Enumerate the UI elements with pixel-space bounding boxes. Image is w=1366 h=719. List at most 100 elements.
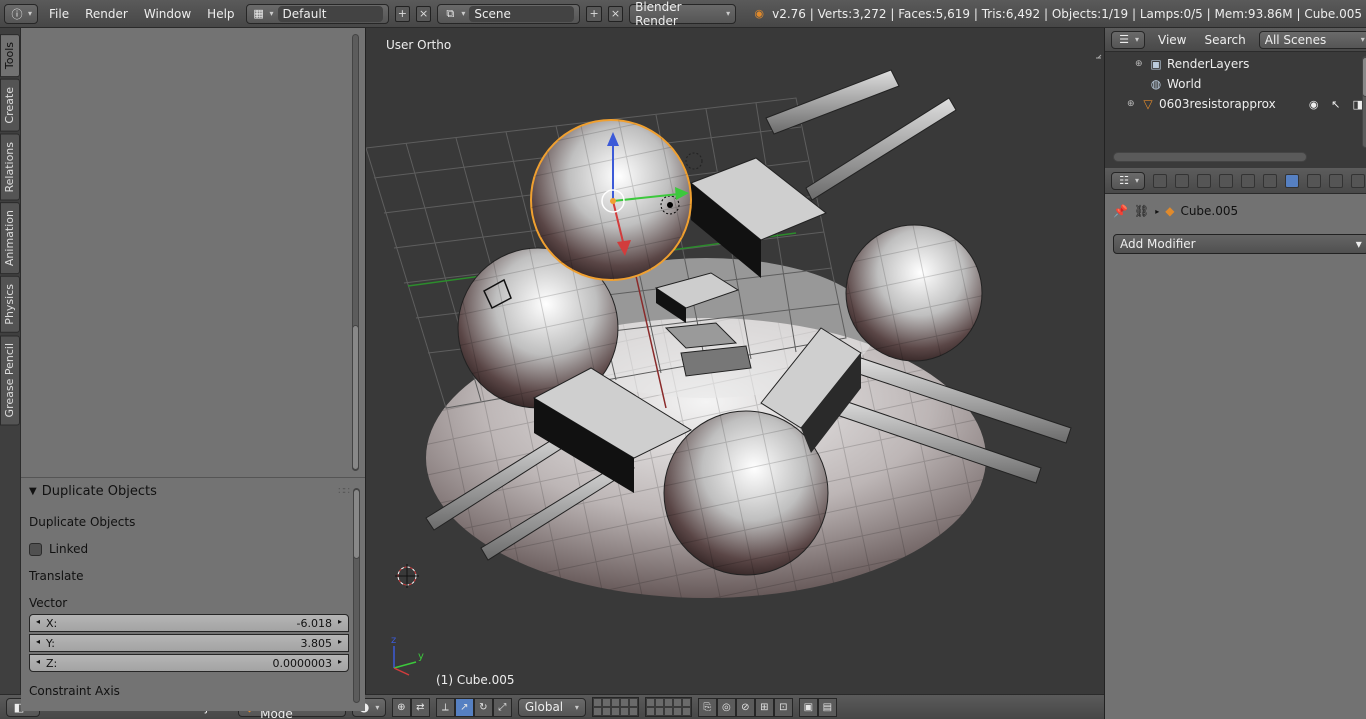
data-tab-icon[interactable] (1307, 173, 1322, 188)
file-menu[interactable]: File (44, 7, 74, 21)
3d-cursor-icon[interactable] (395, 564, 419, 588)
scrollbar-thumb[interactable] (1361, 57, 1366, 97)
help-menu[interactable]: Help (202, 7, 239, 21)
modifiers-tab-icon[interactable] (1285, 173, 1300, 188)
layer-button[interactable] (654, 698, 664, 707)
layer-button[interactable] (628, 698, 638, 707)
delete-scene-icon[interactable]: × (607, 5, 624, 22)
proportional-edit-icon[interactable]: ◎ (716, 697, 736, 717)
tab-create[interactable]: Create (0, 79, 20, 132)
tab-relations[interactable]: Relations (0, 133, 20, 201)
visibility-eye-icon[interactable]: ◉ (1305, 98, 1323, 111)
constraints-tab-icon[interactable] (1263, 173, 1278, 188)
layer-button[interactable] (592, 707, 602, 716)
layer-button[interactable] (645, 698, 655, 707)
editor-type-selector[interactable]: ⓘ ▾ (4, 3, 39, 24)
layer-button[interactable] (619, 698, 629, 707)
outliner-row[interactable]: ⊕ ▽ 0603resistorapprox ◉ ↖ ◨ (1105, 94, 1366, 114)
manipulator-toggle-icon[interactable]: ⇄ (410, 697, 430, 717)
screen-layout-selector[interactable]: ▦ ▾ Default (245, 3, 389, 24)
layer-grid-2[interactable] (644, 697, 692, 717)
lock-layer-icon[interactable]: ⎘ (697, 697, 717, 717)
render-menu[interactable]: Render (80, 7, 133, 21)
outliner-filter-select[interactable]: All Scenes ▾ (1258, 30, 1366, 49)
snap-toggle-icon[interactable]: ⊘ (735, 697, 755, 717)
delete-screen-icon[interactable]: × (416, 5, 432, 22)
tab-grease-pencil[interactable]: Grease Pencil (0, 334, 20, 426)
outliner-editor-selector[interactable]: ☰ ▾ (1111, 30, 1146, 49)
layer-button[interactable] (610, 707, 620, 716)
translate-manipulator-icon[interactable]: ↗ (454, 697, 474, 717)
outliner-row[interactable]: ◍ World (1105, 74, 1366, 94)
transform-orientation-select[interactable]: Global ▾ (517, 697, 586, 717)
rotate-manipulator-icon[interactable]: ↻ (473, 697, 493, 717)
layer-button[interactable] (663, 707, 673, 716)
outliner-vscroll[interactable] (1361, 56, 1366, 148)
object-tab-icon[interactable] (1241, 173, 1256, 188)
sphere-right[interactable] (845, 224, 983, 362)
render-layers-tab-icon[interactable] (1175, 173, 1190, 188)
vector-x-field[interactable]: ◂ X: -6.018 ▸ (29, 614, 349, 632)
snap-element-icon[interactable]: ⊞ (754, 697, 774, 717)
layer-button[interactable] (663, 698, 673, 707)
vector-z-field[interactable]: ◂ Z: 0.0000003 ▸ (29, 654, 349, 672)
axis-toggle-icon[interactable]: ⟂ (435, 697, 455, 717)
3d-viewport[interactable]: User Ortho (1) Cube.005 y z (366, 28, 1104, 694)
scale-manipulator-icon[interactable]: ⤢ (492, 697, 512, 717)
increment-icon[interactable]: ▸ (338, 617, 342, 630)
snap-target-icon[interactable]: ⊡ (773, 697, 793, 717)
viewport-toolbar-toggle-icon[interactable] (1096, 54, 1102, 59)
add-screen-icon[interactable]: + (394, 5, 410, 22)
linked-checkbox[interactable]: Linked (29, 542, 349, 556)
scrollbar-thumb[interactable] (352, 325, 359, 470)
scene-name[interactable]: Scene (469, 5, 575, 22)
properties-editor-selector[interactable]: ☷ ▾ (1111, 171, 1146, 190)
increment-icon[interactable]: ▸ (338, 637, 342, 650)
operator-panel-header[interactable]: ▼ Duplicate Objects ∷∷ (29, 484, 350, 499)
expand-icon[interactable]: ⊕ (1127, 99, 1137, 109)
disclosure-triangle-icon[interactable]: ▼ (29, 486, 37, 497)
layer-button[interactable] (681, 707, 691, 716)
outliner-view-menu[interactable]: View (1153, 33, 1191, 47)
render-still-icon[interactable]: ▣ (798, 697, 818, 717)
outliner-row[interactable]: ⊕ ▣ RenderLayers (1105, 54, 1366, 74)
outliner-hscroll[interactable] (1113, 152, 1307, 162)
outliner-search-menu[interactable]: Search (1200, 33, 1251, 47)
drag-grip-icon[interactable]: ∷∷ (338, 486, 350, 497)
expand-icon[interactable]: ⊕ (1135, 59, 1145, 69)
add-modifier-button[interactable]: Add Modifier ▾ (1113, 234, 1366, 254)
layer-button[interactable] (645, 707, 655, 716)
layer-button[interactable] (592, 698, 602, 707)
layer-button[interactable] (672, 698, 682, 707)
layer-button[interactable] (619, 707, 629, 716)
sphere-front[interactable] (663, 410, 829, 576)
render-tab-icon[interactable] (1153, 173, 1168, 188)
lamp-icon-center[interactable] (667, 202, 673, 208)
operator-scrollbar[interactable] (353, 488, 360, 703)
pin-icon[interactable]: 📌 (1113, 204, 1128, 218)
layer-button[interactable] (672, 707, 682, 716)
layer-button[interactable] (654, 707, 664, 716)
tab-animation[interactable]: Animation (0, 202, 20, 275)
increment-icon[interactable]: ▸ (338, 657, 342, 670)
decrement-icon[interactable]: ◂ (36, 657, 40, 670)
lamp-icon[interactable] (685, 152, 703, 170)
pivot-point-icon[interactable]: ⊕ (391, 697, 411, 717)
tool-shelf-scrollbar[interactable] (352, 34, 359, 471)
decrement-icon[interactable]: ◂ (36, 637, 40, 650)
tab-tools[interactable]: Tools (0, 34, 20, 78)
layer-grid-1[interactable] (591, 697, 639, 717)
layer-button[interactable] (628, 707, 638, 716)
vector-y-field[interactable]: ◂ Y: 3.805 ▸ (29, 634, 349, 652)
render-animation-icon[interactable]: ▤ (817, 697, 837, 717)
checkbox-box[interactable] (29, 542, 42, 556)
scrollbar-thumb[interactable] (353, 489, 360, 559)
add-scene-icon[interactable]: + (586, 5, 602, 22)
selectable-cursor-icon[interactable]: ↖ (1327, 98, 1345, 111)
scene-tab-icon[interactable] (1197, 173, 1212, 188)
layer-button[interactable] (601, 707, 611, 716)
window-menu[interactable]: Window (139, 7, 196, 21)
screen-layout-name[interactable]: Default (277, 5, 383, 22)
layer-button[interactable] (601, 698, 611, 707)
scene-render[interactable] (366, 28, 1104, 694)
